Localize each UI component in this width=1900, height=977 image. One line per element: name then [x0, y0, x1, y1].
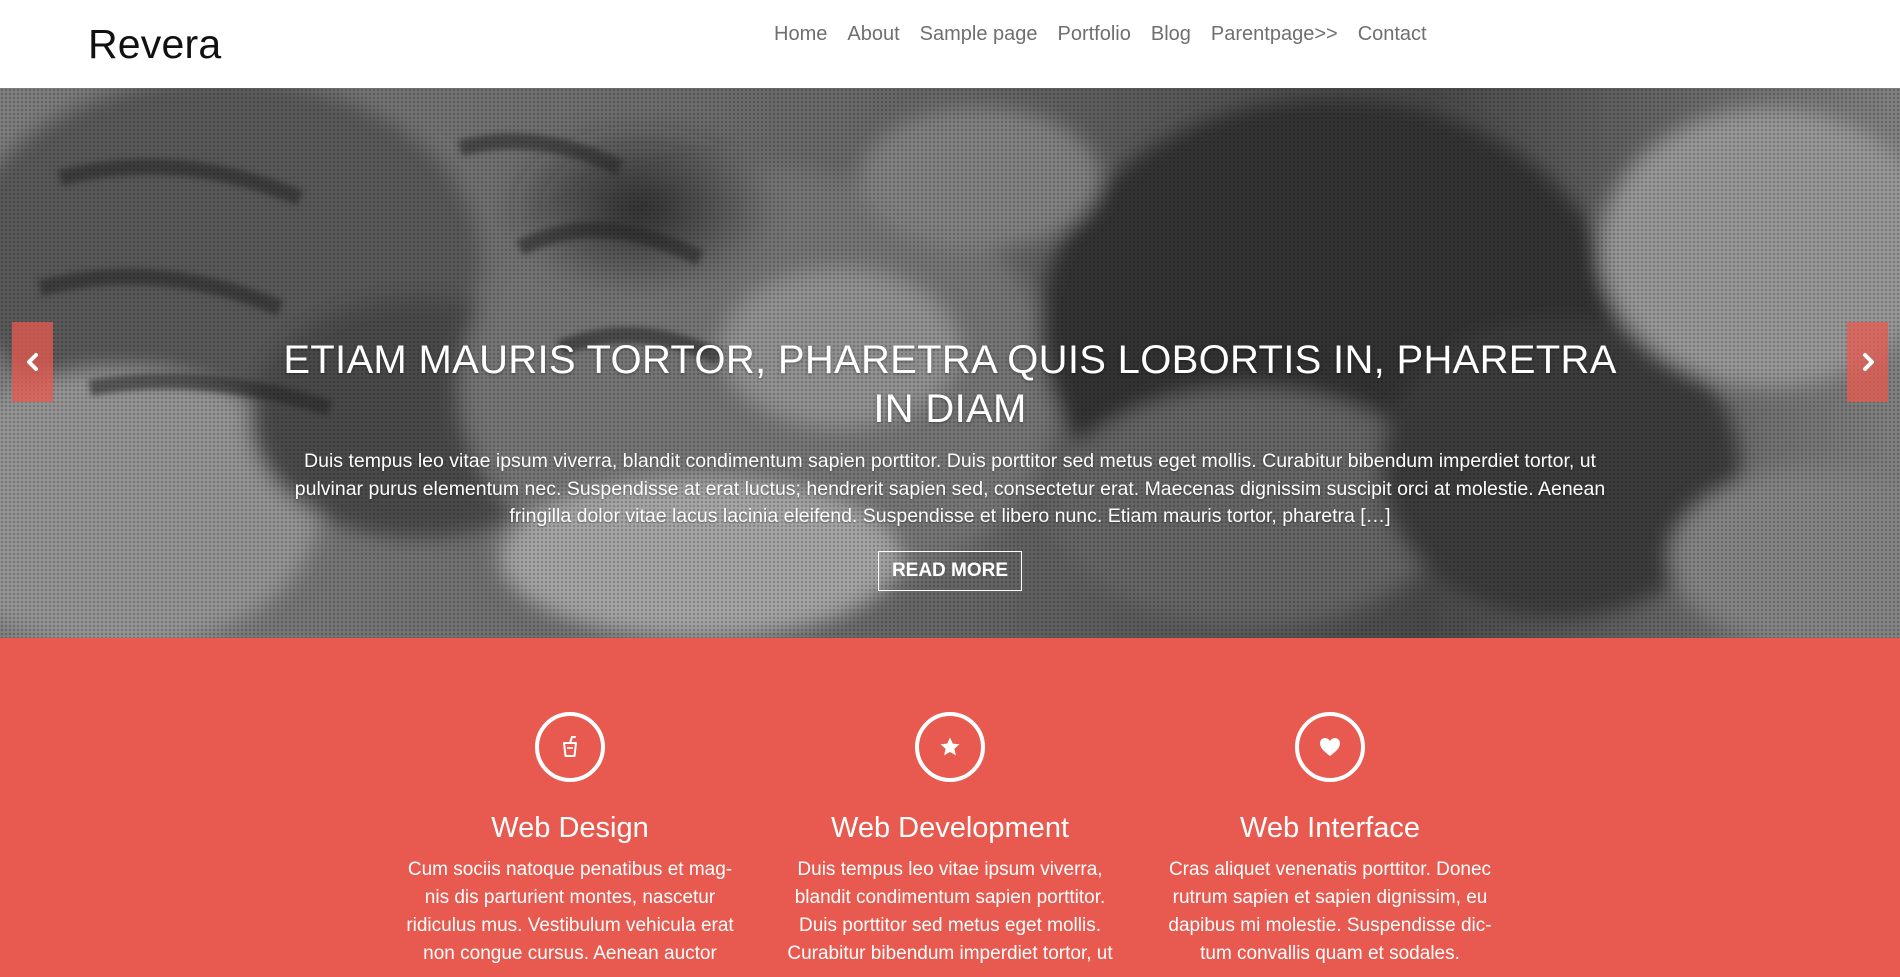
- site-header: Revera Home About Sample page Portfolio …: [0, 0, 1900, 88]
- chevron-right-icon: [1862, 353, 1874, 371]
- nav-item-contact[interactable]: Contact: [1348, 21, 1437, 47]
- service-description: Cras aliquet venenatis porttitor. Donec …: [1168, 859, 1492, 964]
- nav-item-parentpage[interactable]: Parentpage>>: [1201, 21, 1348, 47]
- read-more-button[interactable]: READ MORE: [877, 550, 1023, 591]
- service-web-development: Web Development Duis tempus leo vitae ip…: [770, 712, 1130, 968]
- slide-excerpt: Duis tempus leo vitae ipsum viverra, bla…: [294, 450, 1606, 527]
- service-title: Web Interface: [1239, 812, 1420, 844]
- slide-caption: ETIAM MAURIS TORTOR, PHARETRA QUIS LOBOR…: [270, 336, 1630, 591]
- service-title: Web Design: [491, 812, 649, 844]
- service-web-interface: Web Interface Cras aliquet venenatis por…: [1150, 712, 1510, 968]
- service-web-design: Web Design Cum sociis natoque penatibus …: [390, 712, 750, 968]
- slider-next-button[interactable]: [1847, 322, 1888, 402]
- services-section: Web Design Cum sociis natoque penatibus …: [0, 638, 1900, 977]
- star-icon: [915, 712, 985, 782]
- cup-icon: [535, 712, 605, 782]
- main-navigation: Home About Sample page Portfolio Blog Pa…: [764, 21, 1437, 47]
- chevron-left-icon: [26, 353, 38, 371]
- nav-item-sample-page[interactable]: Sample page: [910, 21, 1048, 47]
- heart-icon: [1295, 712, 1365, 782]
- site-title-link[interactable]: Revera: [88, 19, 221, 69]
- nav-item-home[interactable]: Home: [764, 21, 837, 47]
- slide-title: ETIAM MAURIS TORTOR, PHARETRA QUIS LOBOR…: [283, 338, 1617, 431]
- service-title: Web Development: [830, 812, 1070, 844]
- nav-item-about[interactable]: About: [837, 21, 909, 47]
- nav-item-portfolio[interactable]: Portfolio: [1048, 21, 1141, 47]
- nav-item-blog[interactable]: Blog: [1141, 21, 1201, 47]
- service-description: Cum sociis natoque penatibus et mag-nis …: [406, 859, 734, 964]
- service-description: Duis tempus leo vitae ipsum viverra, bla…: [787, 859, 1113, 964]
- slider-prev-button[interactable]: [12, 322, 53, 402]
- hero-slider: ETIAM MAURIS TORTOR, PHARETRA QUIS LOBOR…: [0, 88, 1900, 638]
